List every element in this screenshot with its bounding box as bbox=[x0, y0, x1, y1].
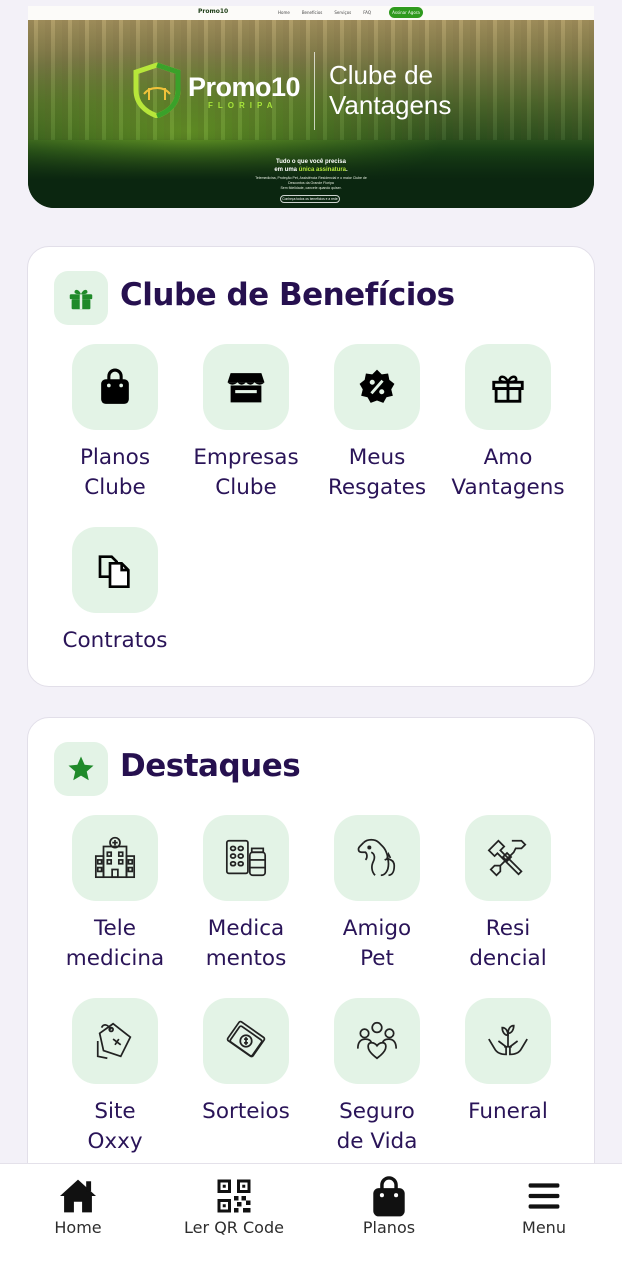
tile-residencial[interactable]: Resi dencial bbox=[443, 815, 573, 974]
section-title: Destaques bbox=[120, 748, 301, 784]
nav-label: Planos bbox=[362, 1218, 416, 1237]
shopping-bag-icon bbox=[373, 1176, 405, 1217]
nav-label: Ler QR Code bbox=[184, 1218, 284, 1237]
price-tag-icon bbox=[96, 1022, 132, 1060]
money-icon bbox=[226, 1020, 266, 1058]
tile-label: Sorteios bbox=[202, 1099, 290, 1124]
tile-label: Empresas Clube bbox=[193, 445, 299, 500]
clube-beneficios-card: Clube de Benefícios Planos Clube Empresa… bbox=[27, 246, 595, 687]
app-screen: Promo10 Home Benefícios Serviços FAQ Ass… bbox=[0, 0, 622, 1280]
tile-seguro-de-vida[interactable]: Seguro de Vida bbox=[312, 998, 442, 1157]
mini-link: Serviços bbox=[334, 10, 352, 15]
home-icon bbox=[60, 1179, 96, 1213]
mini-link: Home bbox=[278, 10, 290, 15]
tile-empresas-clube[interactable]: Empresas Clube bbox=[181, 344, 311, 503]
family-heart-icon bbox=[356, 1021, 398, 1060]
tile-label: Funeral bbox=[468, 1099, 548, 1124]
tile-label: Medica mentos bbox=[205, 916, 287, 971]
shopping-bag-icon bbox=[101, 368, 129, 404]
tools-icon bbox=[487, 839, 527, 877]
brand-subtitle: FLORIPA bbox=[208, 101, 278, 110]
banner-mini-logo: Promo10 bbox=[198, 8, 229, 15]
brand-name: Promo10 bbox=[188, 72, 301, 102]
tile-label: Resi dencial bbox=[469, 916, 547, 971]
hands-plant-icon bbox=[488, 1024, 528, 1056]
banner-mini-nav: Promo10 Home Benefícios Serviços FAQ Ass… bbox=[28, 6, 594, 20]
medicine-icon bbox=[225, 839, 267, 877]
tile-label: Amo Vantagens bbox=[451, 445, 565, 500]
tile-medicamentos[interactable]: Medica mentos bbox=[181, 815, 311, 974]
tile-funeral[interactable]: Funeral bbox=[443, 998, 573, 1127]
promo-banner[interactable]: Promo10 Home Benefícios Serviços FAQ Ass… bbox=[28, 6, 594, 208]
banner-cta-button: Conheça todos os benefícios e a rede bbox=[280, 195, 340, 203]
banner-description: Telemedicina, Proteção Pet, Assistência … bbox=[255, 176, 367, 190]
nav-planos[interactable]: Planos bbox=[311, 1176, 467, 1237]
tile-contratos[interactable]: Contratos bbox=[50, 527, 180, 656]
hamburger-menu-icon bbox=[528, 1183, 560, 1209]
destaques-card: Destaques Tele medicina Medica mentos Am… bbox=[27, 717, 595, 1187]
gift-outline-icon bbox=[492, 375, 524, 403]
tile-planos-clube[interactable]: Planos Clube bbox=[50, 344, 180, 503]
tile-label: Contratos bbox=[62, 628, 168, 653]
section-title: Clube de Benefícios bbox=[120, 277, 455, 313]
qr-code-icon bbox=[217, 1179, 251, 1213]
club-title: Clube de Vantagens bbox=[329, 60, 452, 120]
tile-site-oxxy[interactable]: Site Oxxy bbox=[50, 998, 180, 1157]
nav-qr-code[interactable]: Ler QR Code bbox=[156, 1176, 312, 1237]
tile-label: Seguro de Vida bbox=[336, 1099, 418, 1154]
mini-link: FAQ bbox=[363, 10, 371, 15]
tile-amigo-pet[interactable]: Amigo Pet bbox=[312, 815, 442, 974]
nav-home[interactable]: Home bbox=[0, 1176, 156, 1237]
gift-icon bbox=[54, 271, 108, 325]
mini-link: Benefícios bbox=[301, 10, 323, 15]
divider bbox=[314, 52, 315, 130]
nav-menu[interactable]: Menu bbox=[466, 1176, 622, 1237]
tile-label: Tele medicina bbox=[65, 916, 165, 971]
tile-label: Planos Clube bbox=[79, 445, 151, 500]
bottom-nav: Home Ler QR Code Planos Menu bbox=[0, 1163, 622, 1280]
shield-logo-icon bbox=[133, 62, 181, 118]
hospital-icon bbox=[94, 836, 136, 879]
star-icon bbox=[54, 742, 108, 796]
tile-sorteios[interactable]: Sorteios bbox=[181, 998, 311, 1127]
nav-label: Menu bbox=[522, 1218, 566, 1237]
tile-telemedicina[interactable]: Tele medicina bbox=[50, 815, 180, 974]
tile-meus-resgates[interactable]: Meus Resgates bbox=[312, 344, 442, 503]
banner-mini-links: Home Benefícios Serviços FAQ bbox=[278, 10, 371, 15]
banner-tagline: Tudo o que você precisa em uma única ass… bbox=[274, 159, 348, 173]
tile-amo-vantagens[interactable]: Amo Vantagens bbox=[443, 344, 573, 503]
storefront-icon bbox=[227, 373, 265, 403]
nav-label: Home bbox=[54, 1218, 102, 1237]
tile-label: Amigo Pet bbox=[342, 916, 412, 971]
pet-icon bbox=[357, 838, 396, 877]
city-skyline-image bbox=[28, 20, 594, 140]
tile-label: Meus Resgates bbox=[327, 445, 427, 500]
discount-badge-icon bbox=[359, 369, 395, 403]
banner-mini-button: Assinar Agora bbox=[389, 7, 423, 18]
documents-icon bbox=[98, 555, 130, 588]
tile-label: Site Oxxy bbox=[87, 1099, 143, 1154]
